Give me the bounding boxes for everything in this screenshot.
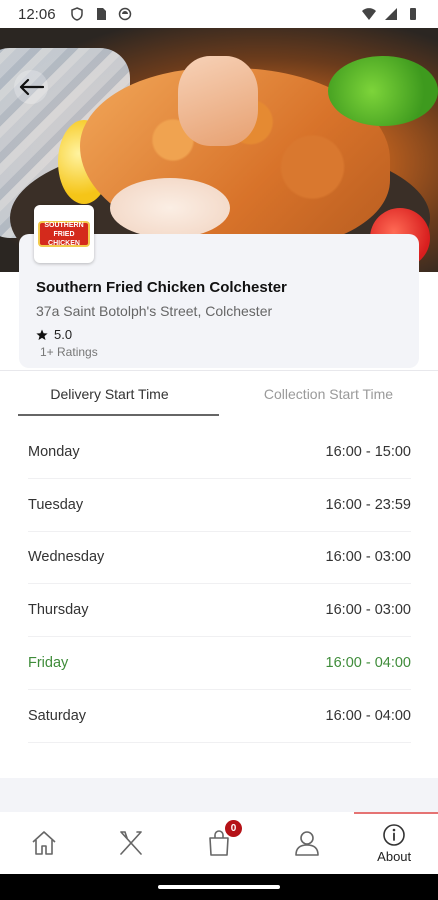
- content-footer-band: [0, 778, 438, 812]
- tab-collection-start-time[interactable]: Collection Start Time: [219, 371, 438, 416]
- nav-profile[interactable]: [263, 812, 351, 874]
- tab-label: Delivery Start Time: [50, 385, 169, 402]
- tab-delivery-start-time[interactable]: Delivery Start Time: [0, 371, 219, 416]
- arrow-left-icon: [19, 78, 44, 96]
- active-tab-indicator: [18, 414, 219, 416]
- day-hours: 16:00 - 03:00: [325, 549, 411, 566]
- hero-greens: [328, 56, 438, 126]
- hero-meat: [110, 178, 230, 238]
- back-button[interactable]: [14, 70, 48, 104]
- logo-badge: SOUTHERN FRIED CHICKEN: [38, 221, 90, 247]
- home-gesture-pill[interactable]: [158, 885, 280, 889]
- wifi-icon: [362, 8, 376, 20]
- day-row-thursday: Thursday 16:00 - 03:00: [28, 584, 411, 638]
- day-name: Wednesday: [28, 549, 105, 566]
- day-hours: 16:00 - 04:00: [325, 707, 411, 724]
- nav-home[interactable]: [0, 812, 88, 874]
- rating-value: 5.0: [54, 327, 73, 342]
- info-icon: [383, 823, 405, 846]
- day-hours: 16:00 - 03:00: [325, 602, 411, 619]
- sim-icon: [96, 8, 106, 20]
- nav-cart[interactable]: 0: [175, 812, 263, 874]
- logo-text-2: FRIED CHICKEN: [48, 230, 80, 247]
- home-icon: [32, 831, 56, 855]
- opening-hours-list: Monday 16:00 - 15:00 Tuesday 16:00 - 23:…: [28, 426, 411, 743]
- nav-about[interactable]: About: [350, 812, 438, 874]
- bottom-navigation: 0 About: [0, 812, 438, 874]
- status-right-icons: [362, 7, 420, 21]
- day-row-tuesday: Tuesday 16:00 - 23:59: [28, 479, 411, 532]
- status-time: 12:06: [18, 5, 56, 23]
- day-name: Friday: [28, 655, 69, 672]
- status-bar: 12:06: [0, 0, 438, 28]
- day-name: Monday: [28, 443, 80, 460]
- shield-icon: [70, 7, 83, 21]
- day-row-friday: Friday 16:00 - 04:00: [28, 637, 411, 690]
- day-name: Saturday: [28, 707, 87, 724]
- day-name: Thursday: [28, 602, 89, 619]
- day-row-monday: Monday 16:00 - 15:00: [28, 426, 411, 479]
- sync-icon: [118, 7, 131, 21]
- battery-icon: [410, 8, 416, 20]
- restaurant-address: 37a Saint Botolph's Street, Colchester: [36, 303, 273, 319]
- signal-icon: [385, 8, 397, 20]
- cart-count-badge: 0: [224, 820, 242, 837]
- profile-icon: [294, 831, 319, 856]
- day-name: Tuesday: [28, 496, 84, 513]
- logo-text-1: SOUTHERN: [44, 221, 84, 229]
- status-left-icons: [70, 7, 132, 21]
- star-icon: [36, 329, 48, 340]
- day-hours: 16:00 - 23:59: [325, 496, 411, 513]
- tab-label: Collection Start Time: [263, 385, 394, 402]
- rating-row: 5.0: [36, 327, 72, 342]
- ratings-count: 1+ Ratings: [40, 345, 98, 359]
- restaurant-logo: SOUTHERN FRIED CHICKEN: [34, 205, 94, 263]
- fork-knife-icon: [120, 831, 143, 855]
- day-hours: 16:00 - 15:00: [325, 443, 411, 460]
- restaurant-name: Southern Fried Chicken Colchester: [36, 279, 287, 296]
- hero-piece: [178, 56, 258, 146]
- nav-about-label: About: [377, 848, 412, 864]
- day-row-wednesday: Wednesday 16:00 - 03:00: [28, 532, 411, 585]
- hours-tabs: Delivery Start Time Collection Start Tim…: [0, 370, 438, 416]
- day-row-saturday: Saturday 16:00 - 04:00: [28, 690, 411, 743]
- nav-menu[interactable]: [88, 812, 176, 874]
- day-hours: 16:00 - 04:00: [325, 655, 411, 672]
